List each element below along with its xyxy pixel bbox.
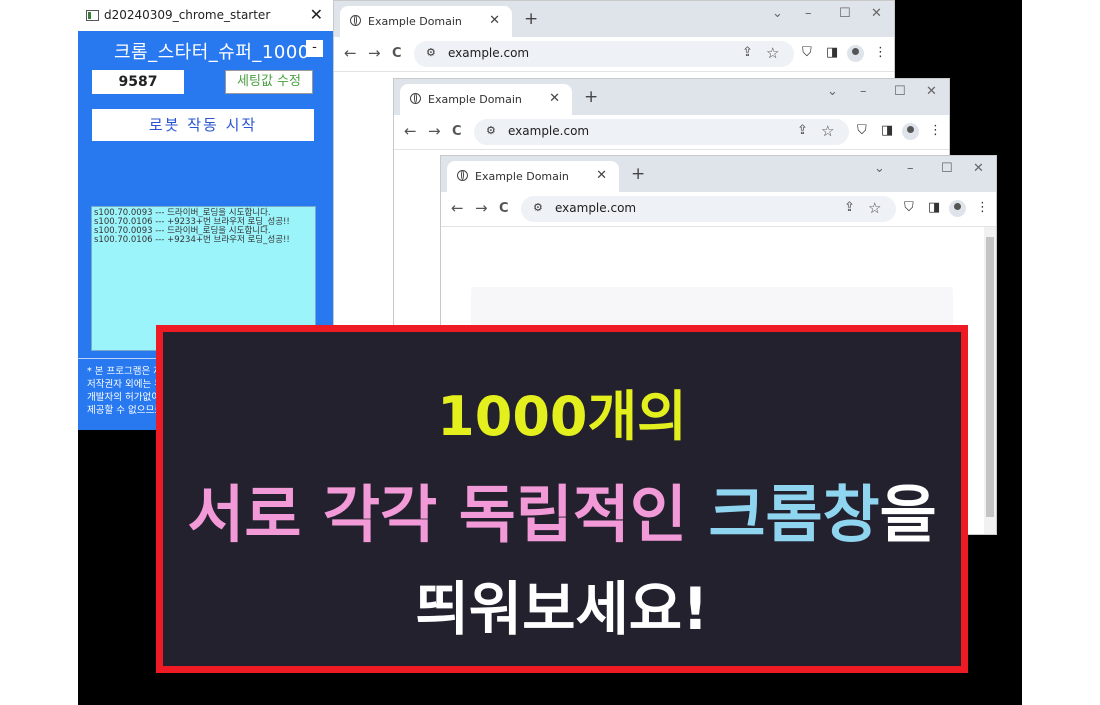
bookmark-star-icon[interactable]: ☆ <box>821 122 834 140</box>
app-close-button[interactable]: ✕ <box>310 5 323 24</box>
globe-icon <box>457 170 468 181</box>
reload-icon[interactable]: C <box>392 46 402 61</box>
reload-icon[interactable]: C <box>499 201 509 216</box>
banner-line-3: 띄워보세요! <box>415 575 709 643</box>
maximize-icon[interactable]: ☐ <box>894 84 906 99</box>
globe-icon <box>410 93 421 104</box>
close-icon[interactable]: ✕ <box>926 84 937 99</box>
profile-avatar[interactable] <box>949 200 966 217</box>
app-window-icon <box>86 10 99 21</box>
close-icon[interactable]: ✕ <box>973 161 984 176</box>
browser-count-input[interactable]: 9587 <box>92 70 184 94</box>
maximize-icon[interactable]: ☐ <box>839 6 851 21</box>
bookmark-star-icon[interactable]: ☆ <box>766 44 779 62</box>
url-text: example.com <box>555 201 637 215</box>
tab-title: Example Domain <box>428 93 522 106</box>
browser-tab[interactable]: Example Domain ✕ <box>447 161 619 192</box>
site-info-icon[interactable]: ⚙ <box>426 46 436 59</box>
tab-close-icon[interactable]: ✕ <box>489 13 500 28</box>
close-icon[interactable]: ✕ <box>871 6 882 21</box>
forward-icon[interactable]: → <box>428 122 441 140</box>
banner-line-2-part-3: 을 <box>879 478 937 551</box>
menu-icon[interactable]: ⋮ <box>929 123 942 138</box>
maximize-icon[interactable]: ☐ <box>941 161 953 176</box>
url-text: example.com <box>448 46 530 60</box>
banner-line-2: 서로 각각 독립적인 크롬창을 <box>163 464 961 554</box>
minimize-icon[interactable]: – <box>805 6 812 21</box>
side-panel-icon[interactable]: ◨ <box>881 123 893 138</box>
extension-icon[interactable]: ⛉ <box>904 200 914 215</box>
tab-title: Example Domain <box>368 15 462 28</box>
nav-bar: ← → C ⚙ example.com ⇪ ☆ ⛉ ◨ ⋮ <box>441 192 996 227</box>
chevron-down-icon[interactable]: ⌄ <box>772 6 783 21</box>
forward-icon[interactable]: → <box>475 199 488 217</box>
app-window-title: d20240309_chrome_starter <box>104 8 271 22</box>
site-info-icon[interactable]: ⚙ <box>533 201 543 214</box>
new-tab-button[interactable]: + <box>584 87 598 107</box>
back-icon[interactable]: ← <box>404 122 417 140</box>
forward-icon[interactable]: → <box>368 44 381 62</box>
extension-icon[interactable]: ⛉ <box>857 123 867 138</box>
bookmark-star-icon[interactable]: ☆ <box>868 199 881 217</box>
minimize-icon[interactable]: – <box>860 84 867 99</box>
scrollbar-thumb[interactable] <box>986 237 994 517</box>
tab-close-icon[interactable]: ✕ <box>596 168 607 183</box>
globe-icon <box>350 15 361 26</box>
side-panel-icon[interactable]: ◨ <box>826 45 838 60</box>
tab-close-icon[interactable]: ✕ <box>549 91 560 106</box>
reload-icon[interactable]: C <box>452 124 462 139</box>
url-text: example.com <box>508 124 590 138</box>
app-titlebar: d20240309_chrome_starter ✕ <box>78 0 333 31</box>
app-minimize-button[interactable]: - <box>306 40 323 57</box>
site-info-icon[interactable]: ⚙ <box>486 124 496 137</box>
chevron-down-icon[interactable]: ⌄ <box>827 84 838 99</box>
tab-strip: Example Domain ✕ + ⌄ – ☐ ✕ <box>334 1 894 37</box>
nav-bar: ← → C ⚙ example.com ⇪ ☆ ⛉ ◨ ⋮ <box>334 37 894 72</box>
profile-avatar[interactable] <box>902 123 919 140</box>
address-bar[interactable]: ⚙ example.com ⇪ ☆ <box>521 196 896 222</box>
scrollbar[interactable] <box>984 227 996 534</box>
new-tab-button[interactable]: + <box>631 164 645 184</box>
nav-bar: ← → C ⚙ example.com ⇪ ☆ ⛉ ◨ ⋮ <box>394 115 949 150</box>
tab-title: Example Domain <box>475 170 569 183</box>
address-bar[interactable]: ⚙ example.com ⇪ ☆ <box>414 41 794 67</box>
banner-line-2-part-2: 크롬창 <box>708 478 880 551</box>
banner-line-2-part-1: 서로 각각 독립적인 <box>187 478 709 551</box>
share-icon[interactable]: ⇪ <box>844 200 855 215</box>
share-icon[interactable]: ⇪ <box>797 123 808 138</box>
profile-avatar[interactable] <box>847 45 864 62</box>
chevron-down-icon[interactable]: ⌄ <box>874 161 885 176</box>
banner-line-1: 1000개의 <box>437 385 687 448</box>
minimize-icon[interactable]: – <box>907 161 914 176</box>
tab-strip: Example Domain ✕ + ⌄ – ☐ ✕ <box>394 79 949 115</box>
address-bar[interactable]: ⚙ example.com ⇪ ☆ <box>474 119 849 145</box>
browser-tab[interactable]: Example Domain ✕ <box>340 6 512 37</box>
start-robot-button[interactable]: 로봇 작동 시작 <box>92 109 314 141</box>
app-heading: 크롬_스타터_슈퍼_1000 <box>114 42 310 63</box>
new-tab-button[interactable]: + <box>524 9 538 29</box>
menu-icon[interactable]: ⋮ <box>874 45 887 60</box>
promo-banner: 1000개의 서로 각각 독립적인 크롬창을 띄워보세요! <box>156 325 968 673</box>
menu-icon[interactable]: ⋮ <box>976 200 989 215</box>
edit-settings-button[interactable]: 세팅값 수정 <box>225 70 313 94</box>
browser-tab[interactable]: Example Domain ✕ <box>400 84 572 115</box>
back-icon[interactable]: ← <box>451 199 464 217</box>
back-icon[interactable]: ← <box>344 44 357 62</box>
share-icon[interactable]: ⇪ <box>742 45 753 60</box>
side-panel-icon[interactable]: ◨ <box>928 200 940 215</box>
tab-strip: Example Domain ✕ + ⌄ – ☐ ✕ <box>441 156 996 192</box>
extension-icon[interactable]: ⛉ <box>802 45 812 60</box>
log-line: s100.70.0106 --- +9234+번 브라우저 로딩_성공!! <box>94 235 290 245</box>
